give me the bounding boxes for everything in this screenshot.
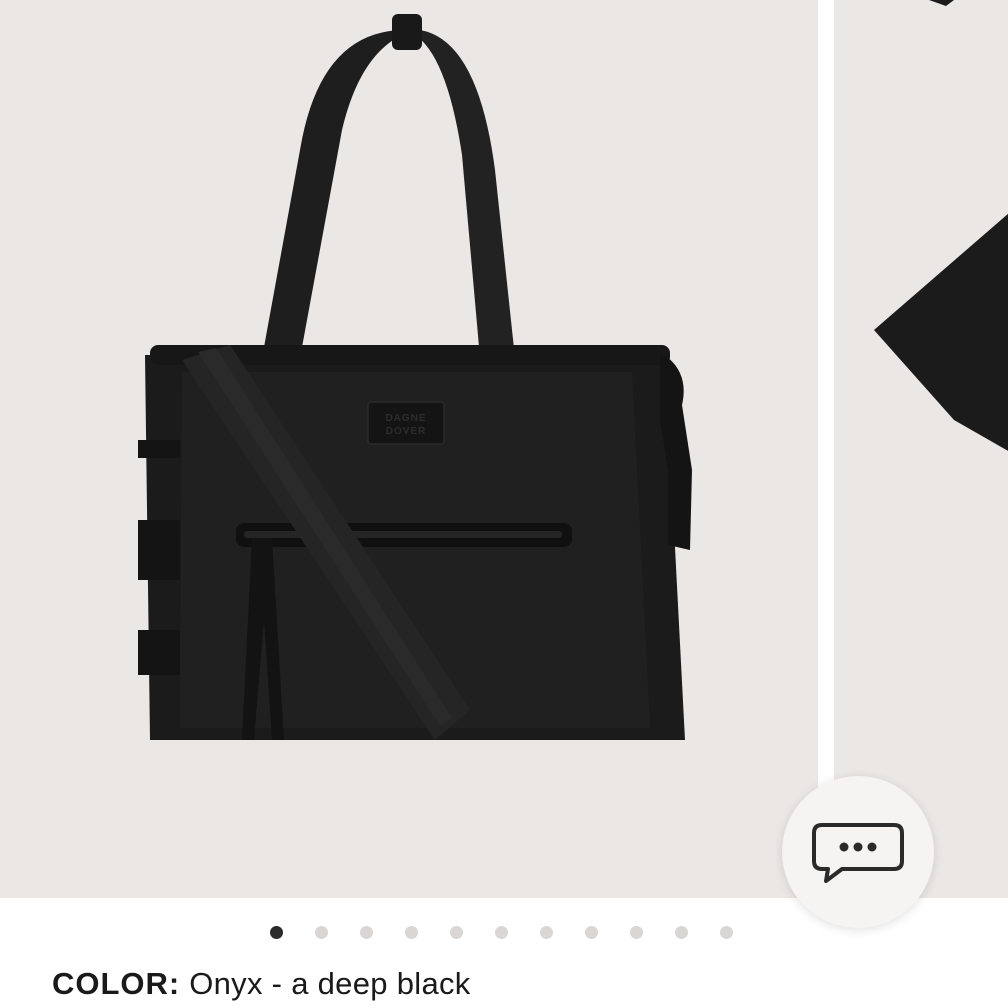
tote-bag-photo: DAGNE DOVER	[138, 14, 692, 740]
bag-handle-right	[405, 30, 515, 358]
carousel-dot[interactable]	[495, 926, 508, 939]
product-image-main[interactable]: DAGNE DOVER	[0, 0, 818, 898]
carousel-dot[interactable]	[675, 926, 688, 939]
chat-button[interactable]	[782, 776, 934, 928]
color-value: Onyx - a deep black	[189, 966, 471, 1001]
product-image-next[interactable]	[834, 0, 1008, 898]
carousel-dot[interactable]	[540, 926, 553, 939]
carousel-dot[interactable]	[315, 926, 328, 939]
chat-bubble-icon	[812, 823, 904, 883]
carousel-dot[interactable]	[720, 926, 733, 939]
carousel-dot[interactable]	[360, 926, 373, 939]
carousel-dot[interactable]	[405, 926, 418, 939]
carousel-dot[interactable]	[630, 926, 643, 939]
carousel-pagination	[270, 926, 765, 939]
carousel-dot[interactable]	[450, 926, 463, 939]
bag-handle-left	[262, 30, 415, 358]
bag-detail-photo	[874, 0, 1008, 451]
carousel-dot[interactable]	[585, 926, 598, 939]
brand-patch-text-2: DOVER	[386, 426, 427, 437]
carousel-dot[interactable]	[270, 926, 283, 939]
product-image-carousel[interactable]: DAGNE DOVER	[0, 0, 1008, 898]
brand-patch-text-1: DAGNE	[385, 413, 426, 424]
color-selection: COLOR: Onyx - a deep black	[52, 966, 471, 1002]
color-label: COLOR:	[52, 966, 181, 1001]
